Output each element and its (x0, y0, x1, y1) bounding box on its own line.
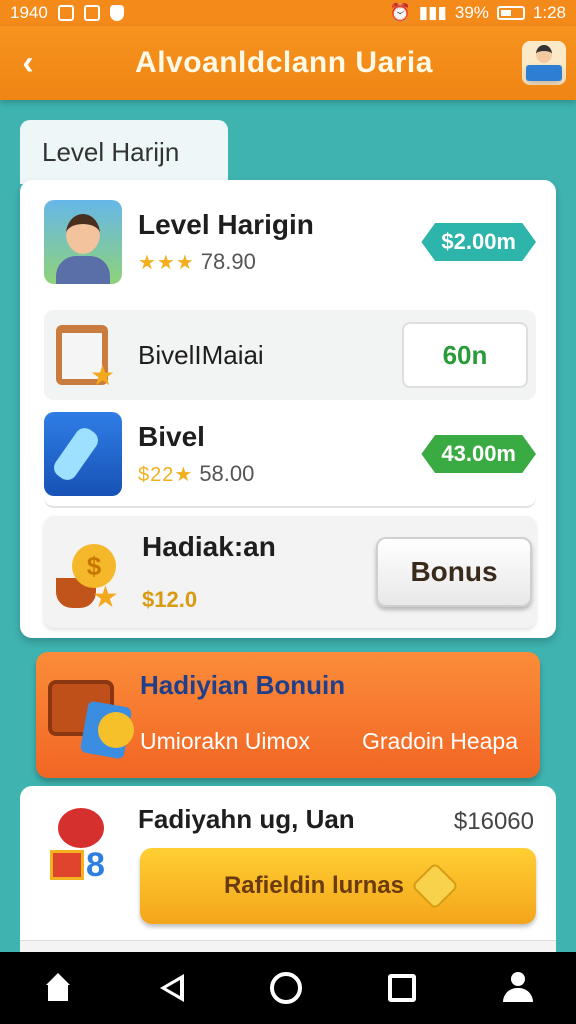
tab-level[interactable]: Level Harijn (20, 120, 228, 184)
clipboard-icon: ★ (44, 313, 122, 397)
status-clock: 1:28 (532, 3, 566, 22)
status-bar: 1940 ⏰ ▮▮▮ 39% 1:28 (0, 0, 576, 26)
banner-title: Hadiyian Bonuin (140, 670, 346, 700)
profile-icon[interactable] (502, 972, 533, 1004)
gift-icon: 8 (44, 802, 122, 886)
banner-right-text: Gradoin Heapa (362, 728, 518, 754)
list-item[interactable]: Bivel $22★ 58.00 43.00m (44, 412, 536, 508)
list-item[interactable]: ★ BivelIMaiai 60n (44, 310, 536, 400)
level-list-card: Level Harigin ★★★ 78.90 $2.00m ★ BivelIM… (20, 180, 556, 638)
app-bar: ‹ Alvoanldclann Uaria (0, 26, 576, 100)
list-item (20, 940, 556, 952)
bonus-banner[interactable]: Hadiyian Bonuin Umiorakn Uimox Gradoin H… (36, 652, 540, 778)
item-name: Hadiak:an (142, 531, 276, 562)
item-name: Level Harigin (138, 209, 314, 240)
treasure-chest-icon (44, 664, 138, 764)
rating-value: 58.00 (199, 461, 255, 486)
bonus-button[interactable]: Bonus (376, 537, 532, 607)
reward-price: $16060 (453, 808, 534, 835)
shield-icon (109, 5, 124, 21)
bottle-icon (44, 412, 122, 496)
home-circle-icon[interactable] (269, 972, 302, 1004)
rating-stars: ★★★ (138, 251, 195, 274)
claim-button[interactable]: 60n (402, 322, 528, 388)
photo-icon (57, 5, 74, 21)
redeem-label: Rafieldin lurnas (223, 872, 405, 899)
arrow-icon (410, 861, 460, 911)
reward-card: 8 Fadiyahn ug, Uan $16060 Rafieldin lurn… (20, 786, 556, 956)
system-nav-bar (0, 952, 576, 1024)
item-name: BivelIMaiai (138, 339, 264, 370)
item-price: $12.0 (142, 587, 198, 612)
home-icon[interactable] (43, 973, 73, 1003)
list-item[interactable]: Level Harigin ★★★ 78.90 $2.00m (44, 200, 536, 284)
item-name: Bivel (138, 421, 205, 452)
back-icon[interactable] (159, 974, 184, 1002)
status-time: 1940 (10, 3, 48, 22)
avatar (44, 200, 122, 284)
redeem-button[interactable]: Rafieldin lurnas (140, 848, 536, 924)
alarm-icon: ⏰ (389, 3, 411, 22)
page-title: Alvoanldclann Uaria (135, 46, 433, 79)
profile-button[interactable] (512, 26, 576, 100)
price-tag[interactable]: $2.00m (421, 223, 536, 261)
chevron-left-icon[interactable]: ‹ (0, 26, 56, 100)
coins-icon: $ ★ (48, 530, 126, 614)
battery-percent: 39% (454, 3, 489, 22)
list-item[interactable]: $ ★ Hadiak:an $12.0 Bonus (44, 516, 536, 628)
rating-stars: $22★ (138, 463, 194, 486)
recents-icon[interactable] (388, 974, 417, 1002)
rating-value: 78.90 (200, 249, 256, 274)
banner-left-text: Umiorakn Uimox (140, 728, 310, 754)
reward-name: Fadiyahn ug, Uan (138, 804, 355, 834)
battery-icon (496, 6, 525, 20)
user-card-icon (522, 41, 566, 85)
message-icon (83, 5, 100, 21)
signal-icon: ▮▮▮ (418, 3, 447, 22)
price-tag[interactable]: 43.00m (421, 435, 536, 473)
